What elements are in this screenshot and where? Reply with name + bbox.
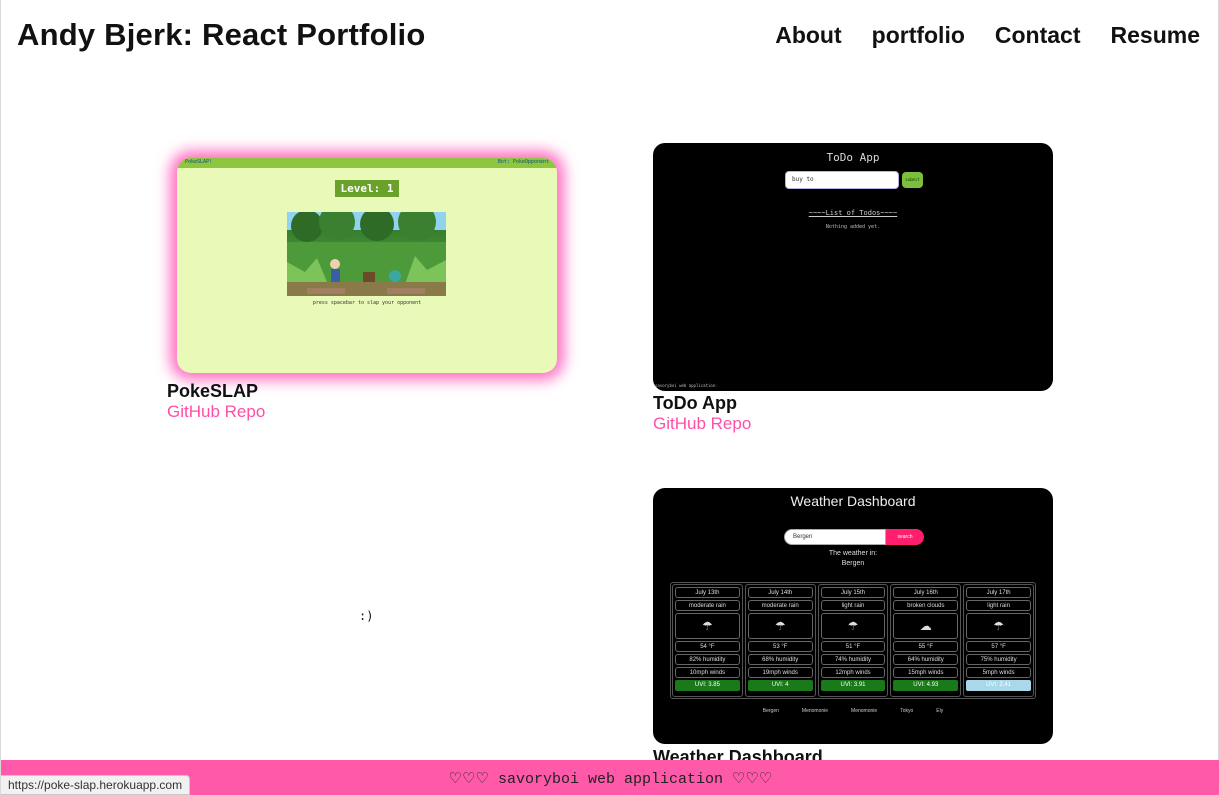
- forecast-temp: 53 °F: [747, 641, 813, 652]
- todo-empty-message: Nothing added yet.: [825, 224, 881, 230]
- forecast-date: July 16th: [893, 587, 959, 598]
- forecast-humidity: 82% humidity: [675, 654, 740, 665]
- weather-heading: Weather Dashboard: [790, 493, 916, 509]
- history-item: Menomonie: [801, 708, 829, 714]
- weather-search-button: search: [886, 529, 924, 545]
- nav-about[interactable]: About: [775, 22, 841, 49]
- forecast-wind: 15mph winds: [893, 667, 959, 678]
- forecast-date: July 17th: [966, 587, 1031, 598]
- weather-label: The weather in:: [828, 550, 878, 557]
- history-item: Bergen: [762, 708, 779, 714]
- todo-input: buy to: [785, 171, 899, 189]
- todo-list-title: ~~~~List of Todos~~~~: [808, 209, 898, 217]
- forecast-uvi: UVI: 3.91: [820, 680, 886, 691]
- forecast-wind: 10mph winds: [675, 667, 740, 678]
- history-item: Menomonie: [851, 708, 878, 714]
- todo-repo-link[interactable]: GitHub Repo: [653, 414, 751, 434]
- cloud-icon: ☁: [893, 613, 959, 639]
- forecast-wind: 5mph winds: [966, 667, 1031, 678]
- forecast-temp: 57 °F: [966, 641, 1031, 652]
- todo-title: ToDo App: [653, 393, 737, 413]
- nav-contact[interactable]: Contact: [995, 22, 1081, 49]
- forecast-desc: moderate rain: [675, 600, 740, 611]
- forecast-humidity: 74% humidity: [820, 654, 886, 665]
- forecast-row: July 13th moderate rain ☂ 54 °F 82% humi…: [670, 582, 1036, 699]
- forecast-day: July 16th broken clouds ☁ 55 °F 64% humi…: [890, 584, 962, 697]
- weather-screenshot[interactable]: Weather Dashboard Bergen search The weat…: [653, 488, 1053, 744]
- pokeslap-repo-link[interactable]: GitHub Repo: [167, 402, 265, 422]
- main-nav: About portfolio Contact Resume: [775, 22, 1200, 49]
- todo-app-heading: ToDo App: [826, 151, 880, 164]
- forecast-humidity: 64% humidity: [893, 654, 959, 665]
- status-bar-url: https://poke-slap.herokuapp.com: [1, 775, 191, 795]
- nav-resume[interactable]: Resume: [1111, 22, 1200, 49]
- history-item: Ely: [936, 708, 944, 714]
- todo-submit-button: submit: [902, 172, 923, 188]
- forecast-date: July 15th: [820, 587, 886, 598]
- forecast-day: July 14th moderate rain ☂ 53 °F 68% humi…: [744, 584, 816, 697]
- forecast-desc: light rain: [820, 600, 886, 611]
- forecast-temp: 54 °F: [675, 641, 740, 652]
- pokeslap-topbar: PokeSLAP! Bot: PokeOpponent: [177, 158, 557, 168]
- pokeslap-title: PokeSLAP: [167, 381, 259, 401]
- site-header: Andy Bjerk: React Portfolio About portfo…: [1, 0, 1219, 75]
- forecast-uvi: UVI: 2.41: [966, 680, 1031, 691]
- pokeslap-level-badge: Level: 1: [335, 180, 399, 197]
- forecast-desc: broken clouds: [893, 600, 959, 611]
- rain-cloud-icon: ☂: [747, 613, 813, 639]
- forecast-desc: moderate rain: [747, 600, 813, 611]
- todo-footer-text: savoryboi web application♡: [655, 383, 718, 388]
- forecast-desc: light rain: [966, 600, 1031, 611]
- forecast-temp: 55 °F: [893, 641, 959, 652]
- pokeslap-battle-scene-image: [287, 212, 446, 296]
- nav-portfolio[interactable]: portfolio: [872, 22, 965, 49]
- pokeslap-screenshot[interactable]: PokeSLAP! Bot: PokeOpponent Level: 1 pre…: [177, 158, 557, 373]
- search-history: Bergen Menomonie Menomonie Tokyo Ely: [653, 708, 1053, 714]
- rain-cloud-icon: ☂: [966, 613, 1031, 639]
- forecast-date: July 14th: [747, 587, 813, 598]
- forecast-day: July 13th moderate rain ☂ 54 °F 82% humi…: [672, 584, 743, 697]
- rain-cloud-icon: ☂: [675, 613, 740, 639]
- pokeslap-topbar-right: Bot: PokeOpponent: [497, 159, 549, 165]
- todo-screenshot[interactable]: ToDo App buy to submit ~~~~List of Todos…: [653, 143, 1053, 391]
- rain-cloud-icon: ☂: [820, 613, 886, 639]
- forecast-humidity: 75% humidity: [966, 654, 1031, 665]
- placeholder-smiley: :): [359, 609, 374, 623]
- forecast-wind: 19mph winds: [747, 667, 813, 678]
- forecast-humidity: 68% humidity: [747, 654, 813, 665]
- pokeslap-caption: press spacebar to slap your opponent: [312, 300, 422, 306]
- forecast-temp: 51 °F: [820, 641, 886, 652]
- forecast-uvi: UVI: 4.93: [893, 680, 959, 691]
- site-title: Andy Bjerk: React Portfolio: [17, 17, 426, 52]
- forecast-uvi: UVI: 3.85: [675, 680, 740, 691]
- history-item: Tokyo: [900, 708, 914, 714]
- forecast-date: July 13th: [675, 587, 740, 598]
- forecast-wind: 12mph winds: [820, 667, 886, 678]
- pokeslap-topbar-left: PokeSLAP!: [185, 159, 213, 165]
- forecast-uvi: UVI: 4: [747, 680, 813, 691]
- weather-city-input: Bergen: [784, 529, 886, 545]
- weather-city: Bergen: [841, 560, 865, 567]
- forecast-day: July 17th light rain ☂ 57 °F 75% humidit…: [963, 584, 1034, 697]
- forecast-day: July 15th light rain ☂ 51 °F 74% humidit…: [817, 584, 889, 697]
